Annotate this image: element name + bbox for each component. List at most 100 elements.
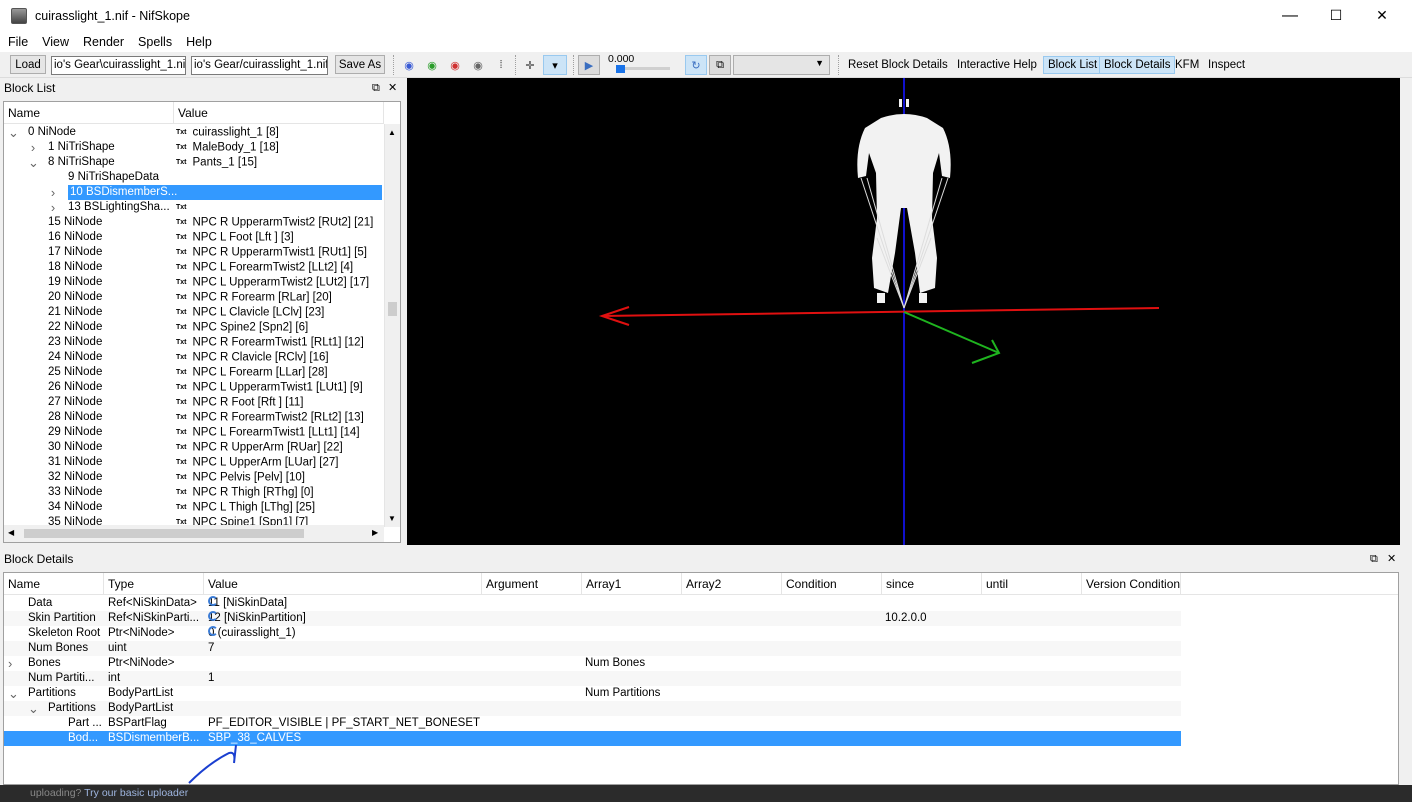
- collapse-arrow-icon[interactable]: ›: [48, 200, 58, 215]
- tree-row[interactable]: 9 NiTriShapeData: [4, 170, 384, 185]
- tree-row[interactable]: 17 NiNode Txt NPC R UpperarmTwist1 [RUt1] …: [4, 245, 384, 260]
- tree-row[interactable]: 19 NiNode Txt NPC L UpperarmTwist2 [LUt2] …: [4, 275, 384, 290]
- load-button[interactable]: Load: [10, 55, 46, 74]
- details-value[interactable]: 12 [NiSkinPartition]: [208, 611, 482, 626]
- uploader-link[interactable]: Try our basic uploader: [84, 787, 188, 799]
- block-details-table[interactable]: Name Type Value Argument Array1 Array2 C…: [3, 572, 1399, 785]
- time-slider[interactable]: [616, 65, 670, 73]
- animation-select[interactable]: ▼: [733, 55, 830, 75]
- tree-row[interactable]: 18 NiNode Txt NPC L ForearmTwist2 [LLt2] […: [4, 260, 384, 275]
- interactive-help-button[interactable]: Interactive Help: [953, 56, 1041, 74]
- vertical-scrollbar[interactable]: ▲ ▼: [384, 124, 400, 527]
- col-version-condition[interactable]: Version Condition: [1082, 573, 1181, 595]
- tree-row[interactable]: 32 NiNode Txt NPC Pelvis [Pelv] [10]: [4, 470, 384, 485]
- collapse-arrow-icon[interactable]: ›: [48, 185, 58, 200]
- maximize-button[interactable]: ☐: [1313, 0, 1359, 31]
- col-name[interactable]: Name: [4, 102, 174, 124]
- scroll-left-icon[interactable]: ◀: [8, 528, 14, 537]
- eye-red-icon[interactable]: ◉: [448, 58, 462, 72]
- tree-row[interactable]: › 13 BSLightingSha... Txt: [4, 200, 384, 215]
- scroll-thumb[interactable]: [388, 302, 397, 316]
- tree-row[interactable]: 34 NiNode Txt NPC L Thigh [LThg] [25]: [4, 500, 384, 515]
- scroll-up-icon[interactable]: ▲: [388, 128, 396, 137]
- load-path-field[interactable]: io's Gear\cuirasslight_1.nif: [51, 56, 186, 75]
- tree-row[interactable]: 29 NiNode Txt NPC L ForearmTwist1 [LLt1] […: [4, 425, 384, 440]
- tree-row[interactable]: 20 NiNode Txt NPC R Forearm [RLar] [20]: [4, 290, 384, 305]
- expand-arrow-icon[interactable]: ⌄: [8, 686, 19, 701]
- tree-row[interactable]: 28 NiNode Txt NPC R ForearmTwist2 [RLt2] […: [4, 410, 384, 425]
- details-value[interactable]: 11 [NiSkinData]: [208, 596, 482, 611]
- details-row[interactable]: Num Bones uint 7: [4, 641, 1181, 656]
- details-row[interactable]: Data Ref<NiSkinData> 11 [NiSkinData]: [4, 596, 1181, 611]
- col-name[interactable]: Name: [4, 573, 104, 595]
- hscroll-thumb[interactable]: [24, 529, 304, 538]
- scroll-down-icon[interactable]: ▼: [388, 514, 396, 523]
- save-path-field[interactable]: io's Gear/cuirasslight_1.nif: [191, 56, 328, 75]
- menu-spells[interactable]: Spells: [132, 35, 178, 49]
- time-slider-thumb[interactable]: [616, 65, 625, 73]
- eye-gray-icon[interactable]: ◉: [471, 58, 485, 72]
- details-value[interactable]: 1: [208, 671, 482, 686]
- tree-row[interactable]: 16 NiNode Txt NPC L Foot [Lft ] [3]: [4, 230, 384, 245]
- eye-green-icon[interactable]: ◉: [425, 58, 439, 72]
- details-value[interactable]: 0 (cuirasslight_1): [208, 626, 482, 641]
- kfm-button[interactable]: KFM: [1171, 56, 1203, 74]
- expand-arrow-icon[interactable]: ⌄: [8, 125, 19, 140]
- switch-icon[interactable]: ⧉: [709, 55, 731, 75]
- collapse-arrow-icon[interactable]: ›: [28, 140, 38, 155]
- details-row[interactable]: Skin Partition Ref<NiSkinParti... 12 [NiSk…: [4, 611, 1181, 626]
- tree-row[interactable]: 23 NiNode Txt NPC R ForearmTwist1 [RLt1] […: [4, 335, 384, 350]
- details-row[interactable]: ›BonesPtr<NiNode>⁂Num Bones: [4, 656, 1181, 671]
- inspect-button[interactable]: Inspect: [1204, 56, 1249, 74]
- tree-row[interactable]: ⌄ 0 NiNode Txt cuirasslight_1 [8]: [4, 125, 384, 140]
- details-row[interactable]: ⌄PartitionsBodyPartList⁂Num Partitions: [4, 686, 1181, 701]
- footprints-icon[interactable]: ⁞: [494, 58, 508, 72]
- details-value[interactable]: PF_EDITOR_VISIBLE | PF_START_NET_BONESET: [208, 716, 482, 731]
- details-row[interactable]: Part ... BSPartFlag PF_EDITOR_VISIBLE | PF…: [4, 716, 1181, 731]
- menu-file[interactable]: File: [2, 35, 34, 49]
- collapse-arrow-icon[interactable]: ›: [8, 656, 12, 671]
- loop-icon[interactable]: ↻: [685, 55, 707, 75]
- col-value[interactable]: Value: [174, 102, 384, 124]
- details-row[interactable]: Bod... BSDismemberB... SBP_38_CALVES: [4, 731, 1181, 746]
- float-icon[interactable]: ⧉: [372, 78, 380, 98]
- col-until[interactable]: until: [982, 573, 1082, 595]
- tree-row[interactable]: 31 NiNode Txt NPC L UpperArm [LUar] [27]: [4, 455, 384, 470]
- col-array2[interactable]: Array2: [682, 573, 782, 595]
- col-argument[interactable]: Argument: [482, 573, 582, 595]
- tree-row[interactable]: › 10 BSDismemberS...: [4, 185, 384, 200]
- tree-row[interactable]: 30 NiNode Txt NPC R UpperArm [RUar] [22]: [4, 440, 384, 455]
- menu-render[interactable]: Render: [77, 35, 130, 49]
- block-list-toggle[interactable]: Block List: [1043, 56, 1103, 74]
- close-panel-icon[interactable]: ✕: [388, 78, 397, 98]
- col-type[interactable]: Type: [104, 573, 204, 595]
- tree-row[interactable]: 33 NiNode Txt NPC R Thigh [RThg] [0]: [4, 485, 384, 500]
- tree-row[interactable]: 24 NiNode Txt NPC R Clavicle [RClv] [16]: [4, 350, 384, 365]
- col-condition[interactable]: Condition: [782, 573, 882, 595]
- details-row[interactable]: Skeleton Root Ptr<NiNode> 0 (cuirasslight_…: [4, 626, 1181, 641]
- tree-row[interactable]: › 1 NiTriShape Txt MaleBody_1 [18]: [4, 140, 384, 155]
- close-panel-icon[interactable]: ✕: [1387, 549, 1396, 569]
- float-icon[interactable]: ⧉: [1370, 549, 1378, 569]
- minimize-button[interactable]: —: [1267, 0, 1313, 31]
- tree-row[interactable]: 26 NiNode Txt NPC L UpperarmTwist1 [LUt1] …: [4, 380, 384, 395]
- col-value[interactable]: Value: [204, 573, 482, 595]
- render-viewport[interactable]: [407, 78, 1400, 545]
- tree-row[interactable]: 21 NiNode Txt NPC L Clavicle [LClv] [23]: [4, 305, 384, 320]
- play-icon[interactable]: ▶: [578, 55, 600, 75]
- scroll-right-icon[interactable]: ▶: [372, 528, 378, 537]
- axes-icon[interactable]: ✛: [523, 58, 537, 72]
- reset-block-details-button[interactable]: Reset Block Details: [844, 56, 952, 74]
- tree-row[interactable]: 25 NiNode Txt NPC L Forearm [LLar] [28]: [4, 365, 384, 380]
- eye-blue-icon[interactable]: ◉: [402, 58, 416, 72]
- tree-row[interactable]: 27 NiNode Txt NPC R Foot [Rft ] [11]: [4, 395, 384, 410]
- save-as-button[interactable]: Save As: [335, 55, 385, 74]
- col-since[interactable]: since: [882, 573, 982, 595]
- col-array1[interactable]: Array1: [582, 573, 682, 595]
- details-row[interactable]: Num Partiti... int 1: [4, 671, 1181, 686]
- tree-row[interactable]: 22 NiNode Txt NPC Spine2 [Spn2] [6]: [4, 320, 384, 335]
- block-details-toggle[interactable]: Block Details: [1099, 56, 1176, 74]
- details-row[interactable]: ⌄ Partitions BodyPartList: [4, 701, 1181, 716]
- close-button[interactable]: ✕: [1359, 0, 1405, 31]
- view-dropdown-icon[interactable]: ▾: [543, 55, 567, 75]
